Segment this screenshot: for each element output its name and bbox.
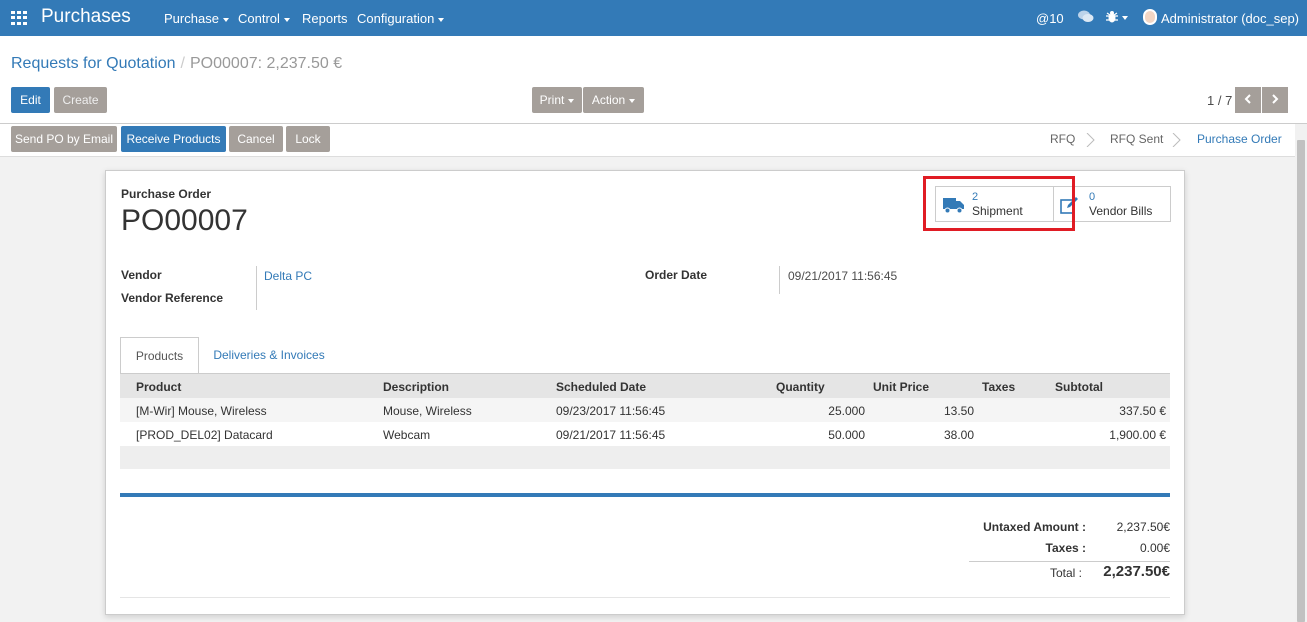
app-menu-icon[interactable]	[11, 11, 27, 25]
mentions-counter[interactable]: @10	[1036, 11, 1064, 26]
pager-value[interactable]: 1 / 7	[1207, 93, 1232, 108]
highlight-box	[923, 176, 1075, 231]
col-taxes[interactable]: Taxes	[982, 380, 1015, 394]
chevron-down-icon	[568, 98, 575, 103]
vendor-bills-count: 0	[1089, 191, 1096, 203]
cell-quantity: 50.000	[828, 428, 865, 442]
vendor-bills-label: Vendor Bills	[1089, 204, 1153, 218]
vendor-label: Vendor	[121, 268, 162, 282]
cell-description: Mouse, Wireless	[383, 404, 472, 418]
lock-button[interactable]: Lock	[286, 126, 330, 152]
send-po-email-button[interactable]: Send PO by Email	[11, 126, 117, 152]
app-title: Purchases	[41, 6, 131, 27]
cancel-button[interactable]: Cancel	[229, 126, 283, 152]
stage-rfq-sent[interactable]: RFQ Sent	[1110, 132, 1163, 146]
vendor-reference-label: Vendor Reference	[121, 291, 224, 305]
table-empty-row	[120, 446, 1170, 469]
tab-products[interactable]: Products	[120, 337, 199, 374]
totals-divider	[969, 561, 1170, 562]
field-divider	[779, 266, 780, 294]
stage-arrow-icon	[1172, 133, 1181, 147]
po-number: PO00007	[121, 204, 248, 237]
order-date-field[interactable]: 09/21/2017 11:56:45	[788, 269, 897, 283]
form-sheet: Purchase Order PO00007 2 Shipment 0 Vend…	[105, 170, 1185, 615]
cell-description: Webcam	[383, 428, 431, 442]
breadcrumb-current: PO00007: 2,237.50 €	[190, 55, 343, 72]
taxes-label: Taxes :	[1045, 541, 1086, 555]
table-header: Product Description Scheduled Date Quant…	[120, 374, 1170, 398]
breadcrumb: Requests for Quotation / PO00007: 2,237.50…	[11, 55, 342, 73]
chevron-down-icon	[222, 17, 229, 22]
vertical-scrollbar[interactable]	[1295, 124, 1307, 622]
menu-control[interactable]: Control	[238, 11, 290, 26]
cell-subtotal: 337.50 €	[1119, 404, 1166, 418]
pager-next-button[interactable]	[1262, 87, 1288, 113]
chevron-down-icon	[438, 17, 445, 22]
user-menu[interactable]: Administrator (doc_sep)	[1161, 11, 1299, 26]
create-button[interactable]: Create	[54, 87, 107, 113]
cell-unit-price: 38.00	[943, 428, 974, 442]
cell-product: [M-Wir] Mouse, Wireless	[136, 404, 267, 418]
menu-reports[interactable]: Reports	[302, 11, 348, 26]
table-row[interactable]: [M-Wir] Mouse, Wireless Mouse, Wireless …	[120, 398, 1170, 422]
col-scheduled-date[interactable]: Scheduled Date	[556, 380, 646, 394]
col-quantity[interactable]: Quantity	[776, 380, 825, 394]
stage-purchase-order[interactable]: Purchase Order	[1197, 132, 1282, 146]
col-subtotal[interactable]: Subtotal	[1055, 380, 1103, 394]
chevron-down-icon	[283, 17, 290, 22]
menu-configuration[interactable]: Configuration	[357, 11, 445, 26]
sheet-bottom-divider	[120, 597, 1170, 598]
col-unit-price[interactable]: Unit Price	[873, 380, 929, 394]
stage-arrow-icon	[1086, 133, 1095, 147]
untaxed-amount-label: Untaxed Amount :	[983, 520, 1086, 534]
stage-rfq[interactable]: RFQ	[1050, 132, 1075, 146]
print-dropdown[interactable]: Print	[532, 87, 582, 113]
breadcrumb-separator: /	[180, 55, 185, 72]
cell-product: [PROD_DEL02] Datacard	[136, 428, 273, 442]
untaxed-amount-value: 2,237.50€	[1116, 520, 1170, 534]
pager-prev-button[interactable]	[1235, 87, 1261, 113]
order-date-label: Order Date	[645, 268, 708, 282]
chevron-left-icon	[1244, 94, 1251, 104]
col-product[interactable]: Product	[136, 380, 181, 394]
edit-button[interactable]: Edit	[11, 87, 50, 113]
form-statusbar: Send PO by Email Receive Products Cancel…	[0, 124, 1295, 157]
breadcrumb-parent[interactable]: Requests for Quotation	[11, 55, 176, 72]
debug-bug-icon[interactable]	[1106, 10, 1128, 27]
menu-purchase[interactable]: Purchase	[164, 11, 229, 26]
cell-unit-price: 13.50	[943, 404, 974, 418]
action-dropdown[interactable]: Action	[583, 87, 644, 113]
table-footer-line	[120, 493, 1170, 497]
top-navbar: Purchases Purchase Control Reports Confi…	[0, 0, 1307, 36]
control-panel: Requests for Quotation / PO00007: 2,237.50…	[0, 36, 1307, 124]
chevron-right-icon	[1272, 94, 1279, 104]
cell-scheduled-date: 09/23/2017 11:56:45	[556, 404, 666, 418]
chevron-down-icon	[629, 98, 636, 103]
tab-deliveries-invoices[interactable]: Deliveries & Invoices	[206, 337, 332, 374]
field-divider	[256, 266, 257, 310]
table-row[interactable]: [PROD_DEL02] Datacard Webcam 09/21/2017 …	[120, 422, 1170, 446]
user-avatar[interactable]	[1143, 9, 1157, 25]
receive-products-button[interactable]: Receive Products	[121, 126, 226, 152]
col-description[interactable]: Description	[383, 380, 449, 394]
chat-icon[interactable]	[1078, 10, 1094, 27]
total-label: Total :	[1049, 566, 1082, 580]
vendor-field[interactable]: Delta PC	[264, 269, 312, 283]
cell-scheduled-date: 09/21/2017 11:56:45	[556, 428, 666, 442]
cell-subtotal: 1,900.00 €	[1109, 428, 1166, 442]
total-value: 2,237.50€	[1103, 563, 1170, 580]
scrollbar-thumb[interactable]	[1297, 140, 1305, 622]
cell-quantity: 25.000	[828, 404, 865, 418]
taxes-value: 0.00€	[1139, 541, 1170, 555]
document-type-label: Purchase Order	[121, 187, 212, 201]
